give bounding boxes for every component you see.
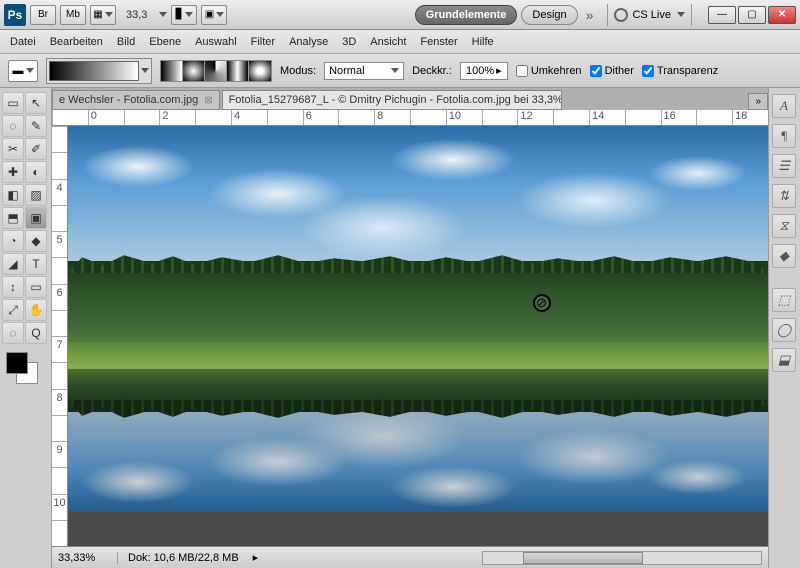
menu-fenster[interactable]: Fenster [420,36,457,48]
photoshop-app-icon[interactable]: Ps [4,4,26,26]
tool-18[interactable]: ⤢ [2,299,24,321]
tool-17[interactable]: ▭ [25,276,47,298]
gradient-angle[interactable] [205,61,227,81]
screenmode-button[interactable]: ▣ [201,5,227,25]
gradient-preview[interactable] [49,61,139,81]
panel-icon-7[interactable]: ⬚ [772,288,796,312]
menu-hilfe[interactable]: Hilfe [472,36,494,48]
reverse-checkbox[interactable]: Umkehren [516,65,582,77]
panel-icon-4[interactable]: ⧖ [772,214,796,238]
tool-10[interactable]: ⬒ [2,207,24,229]
panel-icon-2[interactable]: ☰ [772,154,796,178]
doc-info-label[interactable]: Dok: 10,6 MB/22,8 MB [128,552,239,564]
menu-datei[interactable]: Datei [10,36,36,48]
dither-checkbox[interactable]: Dither [590,65,634,77]
document-tab-bar: e Wechsler - Fotolia.com.jpg⊠ Fotolia_15… [52,88,768,110]
tool-2[interactable]: ◌ [2,115,24,137]
minimize-button[interactable]: — [708,6,736,24]
current-tool-icon[interactable]: ▬ [8,60,38,82]
tool-7[interactable]: ◐ [25,161,47,183]
menu-3d[interactable]: 3D [342,36,356,48]
panel-icon-5[interactable]: ◆ [772,244,796,268]
prohibit-cursor-icon [533,294,551,312]
opacity-label: Deckkr.: [412,65,452,77]
tool-3[interactable]: ✎ [25,115,47,137]
menu-ansicht[interactable]: Ansicht [370,36,406,48]
arrange-button[interactable]: ▊ [171,5,197,25]
document-tab-1[interactable]: e Wechsler - Fotolia.com.jpg⊠ [52,90,220,110]
tool-0[interactable]: ▭ [2,92,24,114]
menu-bild[interactable]: Bild [117,36,135,48]
menu-ebene[interactable]: Ebene [149,36,181,48]
cslive-ring-icon [614,8,628,22]
tool-11[interactable]: ▣ [25,207,47,229]
scrollbar-thumb[interactable] [523,552,643,564]
workspace-design[interactable]: Design [521,5,577,25]
opacity-field[interactable]: 100%▸ [460,62,508,80]
toolbox: ▭↖◌✎✂✐✚◐◧▨⬒▣◔◆◢T↕▭⤢✋◌Q [0,88,52,568]
tab-overflow-button[interactable]: » [748,93,768,110]
cslive-button[interactable]: CS Live [607,4,692,26]
view-extras-button[interactable]: ▦ [90,5,116,25]
transparency-checkbox[interactable]: Transparenz [642,65,718,77]
tool-19[interactable]: ✋ [25,299,47,321]
tool-14[interactable]: ◢ [2,253,24,275]
horizontal-scrollbar[interactable] [482,551,762,565]
gradient-type-group [160,60,272,82]
close-button[interactable]: ✕ [768,6,796,24]
gradient-reflected[interactable] [227,61,249,81]
workspace-essentials[interactable]: Grundelemente [415,5,518,25]
right-panel-dock: A ¶ ☰ ⇅ ⧖ ◆ ⬚ ◯ ⬓ [768,88,800,568]
status-bar: 33,33% Dok: 10,6 MB/22,8 MB ▸ [52,546,768,568]
bridge-button[interactable]: Br [30,5,56,25]
panel-icon-9[interactable]: ⬓ [772,348,796,372]
panel-icon-8[interactable]: ◯ [772,318,796,342]
color-swatches[interactable] [6,352,46,392]
tool-9[interactable]: ▨ [25,184,47,206]
tool-4[interactable]: ✂ [2,138,24,160]
close-tab-icon[interactable]: ⊠ [204,95,212,106]
canvas[interactable] [68,126,768,546]
tool-15[interactable]: T [25,253,47,275]
tool-13[interactable]: ◆ [25,230,47,252]
tool-5[interactable]: ✐ [25,138,47,160]
tool-20[interactable]: ◌ [2,322,24,344]
tool-21[interactable]: Q [25,322,47,344]
blend-mode-select[interactable]: Normal [324,62,404,80]
tool-1[interactable]: ↖ [25,92,47,114]
zoom-label: 33,3 [126,9,147,21]
menu-bearbeiten[interactable]: Bearbeiten [50,36,103,48]
menu-auswahl[interactable]: Auswahl [195,36,237,48]
options-bar: ▬ Modus: Normal Deckkr.: 100%▸ Umkehren … [0,54,800,88]
tool-12[interactable]: ◔ [2,230,24,252]
document-image [68,126,768,512]
panel-icon-0[interactable]: A [772,94,796,118]
gradient-radial[interactable] [183,61,205,81]
menu-bar: Datei Bearbeiten Bild Ebene Auswahl Filt… [0,30,800,54]
foreground-swatch[interactable] [6,352,28,374]
minibridge-button[interactable]: Mb [60,5,86,25]
ruler-horizontal[interactable]: 0 2 4 6 8 10 12 14 16 18 [52,110,768,126]
menu-analyse[interactable]: Analyse [289,36,328,48]
tool-6[interactable]: ✚ [2,161,24,183]
gradient-diamond[interactable] [249,61,271,81]
ruler-vertical[interactable]: 45678910 [52,126,68,546]
maximize-button[interactable]: ▢ [738,6,766,24]
panel-icon-1[interactable]: ¶ [772,124,796,148]
workspace-more-icon[interactable]: » [586,7,594,23]
tool-8[interactable]: ◧ [2,184,24,206]
gradient-linear[interactable] [161,61,183,81]
mode-label: Modus: [280,65,316,77]
tool-16[interactable]: ↕ [2,276,24,298]
title-bar: Ps Br Mb ▦ 33,3 ▊ ▣ Grundelemente Design… [0,0,800,30]
menu-filter[interactable]: Filter [251,36,275,48]
zoom-field[interactable]: 33,33% [58,552,118,564]
panel-icon-3[interactable]: ⇅ [772,184,796,208]
document-tab-2[interactable]: Fotolia_15279687_L - © Dmitry Pichugin -… [222,90,562,110]
